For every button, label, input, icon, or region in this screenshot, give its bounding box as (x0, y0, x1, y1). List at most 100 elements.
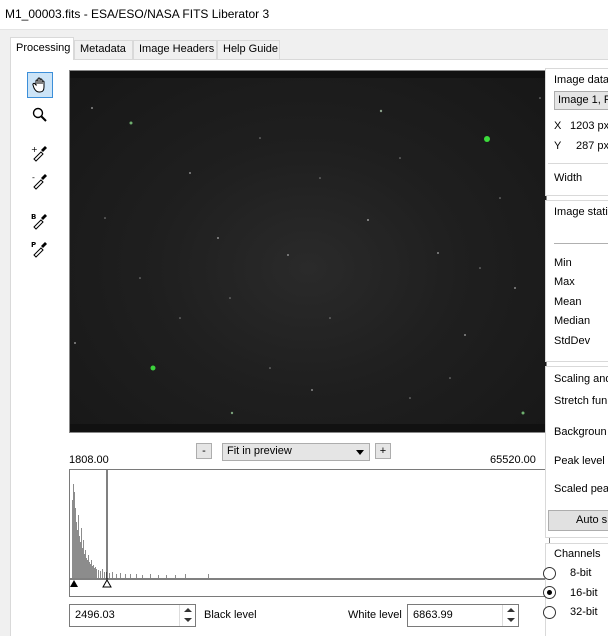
white-level-value: 6863.99 (413, 609, 453, 621)
zoom-tool-button[interactable] (27, 102, 53, 128)
eyedropper-subtract-button[interactable]: - (27, 168, 53, 194)
spin-up-icon[interactable] (184, 608, 192, 612)
title-bar: M1_00003.fits - ESA/ESO/NASA FITS Libera… (0, 0, 608, 30)
star (269, 367, 271, 369)
svg-text:B: B (31, 213, 36, 221)
eyedropper-add-button[interactable]: + (27, 140, 53, 166)
star (399, 157, 401, 159)
divider (554, 243, 608, 244)
eyedropper-plus-icon: + (31, 145, 47, 162)
star (189, 172, 191, 174)
svg-text:P: P (31, 241, 36, 249)
width-label: Width (554, 172, 583, 184)
x-coordinate-label: X (554, 120, 562, 132)
black-point-picker-button[interactable]: B (27, 208, 53, 234)
star (367, 219, 369, 221)
peak-point-picker-button[interactable]: P (27, 236, 53, 262)
processing-panel: + - B P - Fit in preview + 1808.00 65520… (10, 59, 608, 636)
star (179, 317, 181, 319)
star (539, 97, 541, 99)
chevron-down-icon (356, 450, 364, 455)
star (464, 334, 466, 336)
spin-down-icon[interactable] (184, 618, 192, 622)
white-level-label: White level (348, 609, 402, 621)
stretch-function-label: Stretch fun (554, 395, 608, 407)
peak-level-label: Peak level (554, 455, 605, 467)
stat-min-label: Min (554, 257, 572, 269)
preview-image[interactable] (70, 78, 546, 424)
x-coordinate-value: 1203 px (570, 120, 608, 132)
y-coordinate-label: Y (554, 140, 562, 152)
auto-scaling-button[interactable]: Auto s (548, 510, 608, 531)
black-level-slider-handle[interactable] (70, 580, 78, 587)
star (484, 136, 490, 142)
black-level-input[interactable]: 2496.03 (69, 604, 196, 627)
spin-down-icon[interactable] (507, 618, 515, 622)
stat-stddev-label: StdDev (554, 335, 591, 347)
scaled-peak-label: Scaled peak (554, 483, 608, 495)
star (521, 411, 525, 415)
image-data-caption: Image data (554, 74, 608, 86)
white-level-input[interactable]: 6863.99 (407, 604, 519, 627)
tab-help-guide[interactable]: Help Guide (217, 40, 280, 59)
star (329, 317, 331, 319)
star (139, 277, 141, 279)
divider (548, 163, 608, 164)
star (319, 177, 321, 179)
star (379, 109, 383, 113)
channel-16bit-radio[interactable] (543, 586, 556, 599)
white-level-stepper[interactable] (502, 605, 518, 626)
eyedropper-minus-icon: - (32, 173, 47, 190)
star (104, 217, 106, 219)
star (217, 237, 219, 239)
histogram-max-label: 65520.00 (490, 454, 536, 466)
hand-icon (32, 77, 45, 93)
stat-max-label: Max (554, 276, 575, 288)
image-plane-select[interactable]: Image 1, P (554, 91, 608, 110)
image-preview[interactable] (69, 70, 547, 433)
zoom-out-button[interactable]: - (196, 443, 212, 459)
histogram-min-label: 1808.00 (69, 454, 109, 466)
star (287, 254, 289, 256)
channel-8bit-radio[interactable] (543, 567, 556, 580)
channel-8bit-label[interactable]: 8-bit (570, 567, 591, 579)
star (409, 397, 411, 399)
star (499, 197, 501, 199)
zoom-select-value: Fit in preview (227, 445, 292, 457)
spin-up-icon[interactable] (507, 608, 515, 612)
star (259, 137, 261, 139)
window-title: M1_00003.fits - ESA/ESO/NASA FITS Libera… (5, 7, 270, 21)
star (74, 342, 76, 344)
black-level-value: 2496.03 (75, 609, 115, 621)
white-level-slider-handle[interactable] (102, 578, 112, 588)
scaling-caption: Scaling and (554, 373, 608, 385)
histogram-bars (72, 484, 209, 578)
zoom-in-button[interactable]: + (375, 443, 391, 459)
channel-16bit-label[interactable]: 16-bit (570, 587, 598, 599)
star (514, 287, 516, 289)
magnifier-icon (32, 107, 47, 122)
eyedropper-black-icon: B (31, 213, 47, 230)
svg-text:-: - (32, 173, 35, 182)
histogram[interactable] (69, 469, 550, 597)
tab-image-headers[interactable]: Image Headers (133, 40, 217, 59)
histogram-plot (70, 470, 549, 588)
star (449, 377, 451, 379)
tab-metadata[interactable]: Metadata (74, 40, 133, 59)
star (150, 365, 156, 371)
star (437, 252, 439, 254)
star (91, 107, 93, 109)
star (129, 121, 133, 125)
background-level-label: Backgroun (554, 426, 607, 438)
black-level-stepper[interactable] (179, 605, 195, 626)
channels-caption: Channels (554, 548, 601, 560)
tab-processing[interactable]: Processing (10, 37, 74, 60)
zoom-select[interactable]: Fit in preview (222, 443, 370, 461)
hand-tool-button[interactable] (27, 72, 53, 98)
black-level-label: Black level (204, 609, 257, 621)
channel-32bit-label[interactable]: 32-bit (570, 606, 598, 618)
svg-text:+: + (31, 145, 38, 154)
image-plane-select-value: Image 1, P (558, 94, 608, 106)
channel-32bit-radio[interactable] (543, 606, 556, 619)
stat-mean-label: Mean (554, 296, 582, 308)
